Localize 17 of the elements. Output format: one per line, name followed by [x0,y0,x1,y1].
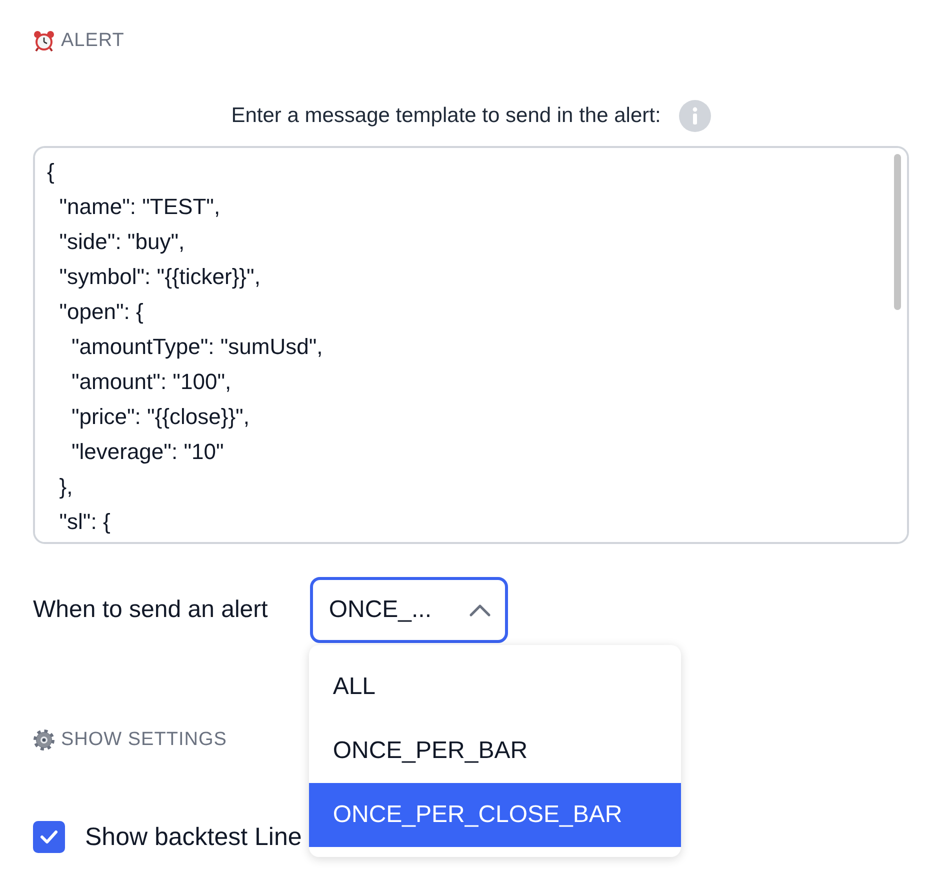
check-icon [39,829,59,845]
settings-toggle[interactable]: SHOW SETTINGS [61,729,227,751]
field-label: Enter a message template to send in the alert: [231,104,661,128]
alarm-clock-icon [33,30,55,52]
caret-icon [468,603,491,617]
gear-icon [33,729,55,751]
alert-frequency-select[interactable]: ONCE_... [310,577,508,643]
section-title: ALERT [61,30,124,52]
dropdown-option[interactable]: ONCE_PER_BAR [308,719,681,783]
checkbox[interactable] [33,821,65,853]
checkbox-label: Show backtest Line [85,822,302,852]
dropdown-option[interactable]: ONCE_PER_CLOSE_BAR [308,783,681,847]
field-label: When to send an alert [33,596,268,624]
scrollbar-thumb[interactable] [894,154,901,310]
message-template-field[interactable]: { "name": "TEST", "side": "buy", "symbol": "{{ticker}}", "open": { "amountType": "sumUsd", "amount": "100", "price": "{{close}}", "leverage": "10" }, "sl": { [33,146,909,544]
dropdown-option[interactable]: ALL [308,655,681,719]
info-icon[interactable] [678,100,711,132]
